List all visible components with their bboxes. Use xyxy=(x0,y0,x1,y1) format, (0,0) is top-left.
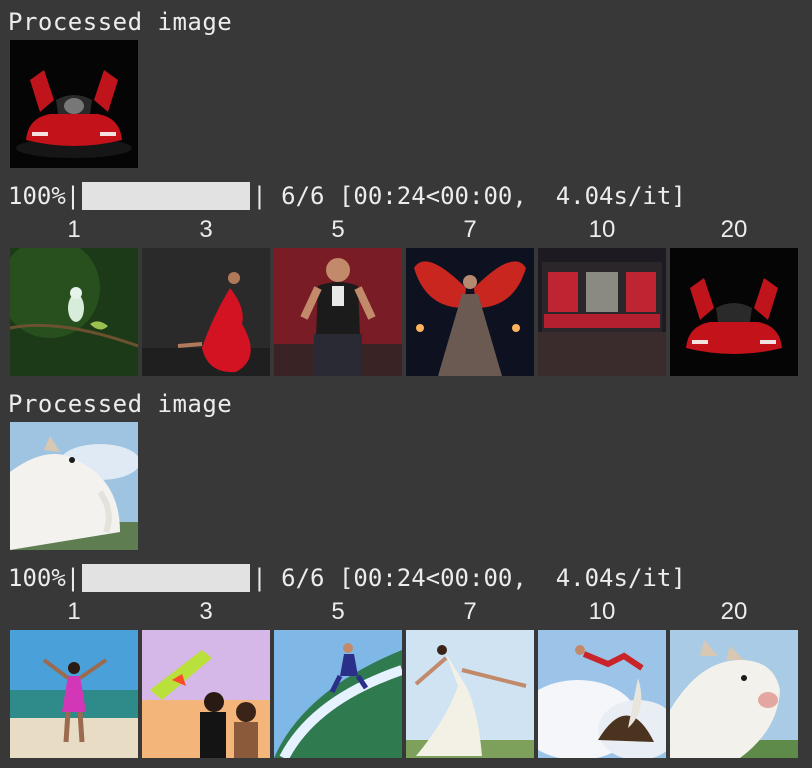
step-image-man xyxy=(274,248,402,376)
step-image-goat xyxy=(670,630,798,758)
step-image-dancer xyxy=(142,248,270,376)
progress-percent: 100% xyxy=(8,564,66,592)
processed-image-title: Processed image xyxy=(8,8,233,36)
step-label: 7 xyxy=(463,598,477,625)
step-label: 3 xyxy=(199,598,213,625)
step-image-surfer xyxy=(274,630,402,758)
progress-bar xyxy=(82,564,251,592)
processed-image-title: Processed image xyxy=(8,390,233,418)
step-label: 5 xyxy=(331,216,345,243)
step-image-car xyxy=(670,248,798,376)
progress-line: 100% | | 6/6 [00:24<00:00, 4.04s/it] xyxy=(8,564,686,592)
step-image-jumping xyxy=(538,630,666,758)
step-label: 1 xyxy=(67,598,81,625)
step-image-bird xyxy=(10,248,138,376)
step-label: 20 xyxy=(720,598,748,625)
progress-bar xyxy=(82,182,251,210)
progress-status: 6/6 [00:24<00:00, 4.04s/it] xyxy=(281,564,686,592)
step-image-beach xyxy=(10,630,138,758)
step-image-wings xyxy=(406,248,534,376)
step-image-building xyxy=(538,248,666,376)
step-image-white-dress xyxy=(406,630,534,758)
step-label: 10 xyxy=(588,216,616,243)
processed-image xyxy=(10,40,138,168)
step-label: 7 xyxy=(463,216,477,243)
step-image-couple xyxy=(142,630,270,758)
step-label: 20 xyxy=(720,216,748,243)
step-label: 1 xyxy=(67,216,81,243)
processed-image xyxy=(10,422,138,550)
step-label: 3 xyxy=(199,216,213,243)
progress-percent: 100% xyxy=(8,182,66,210)
progress-line: 100% | | 6/6 [00:24<00:00, 4.04s/it] xyxy=(8,182,686,210)
progress-status: 6/6 [00:24<00:00, 4.04s/it] xyxy=(281,182,686,210)
step-label: 5 xyxy=(331,598,345,625)
step-label: 10 xyxy=(588,598,616,625)
